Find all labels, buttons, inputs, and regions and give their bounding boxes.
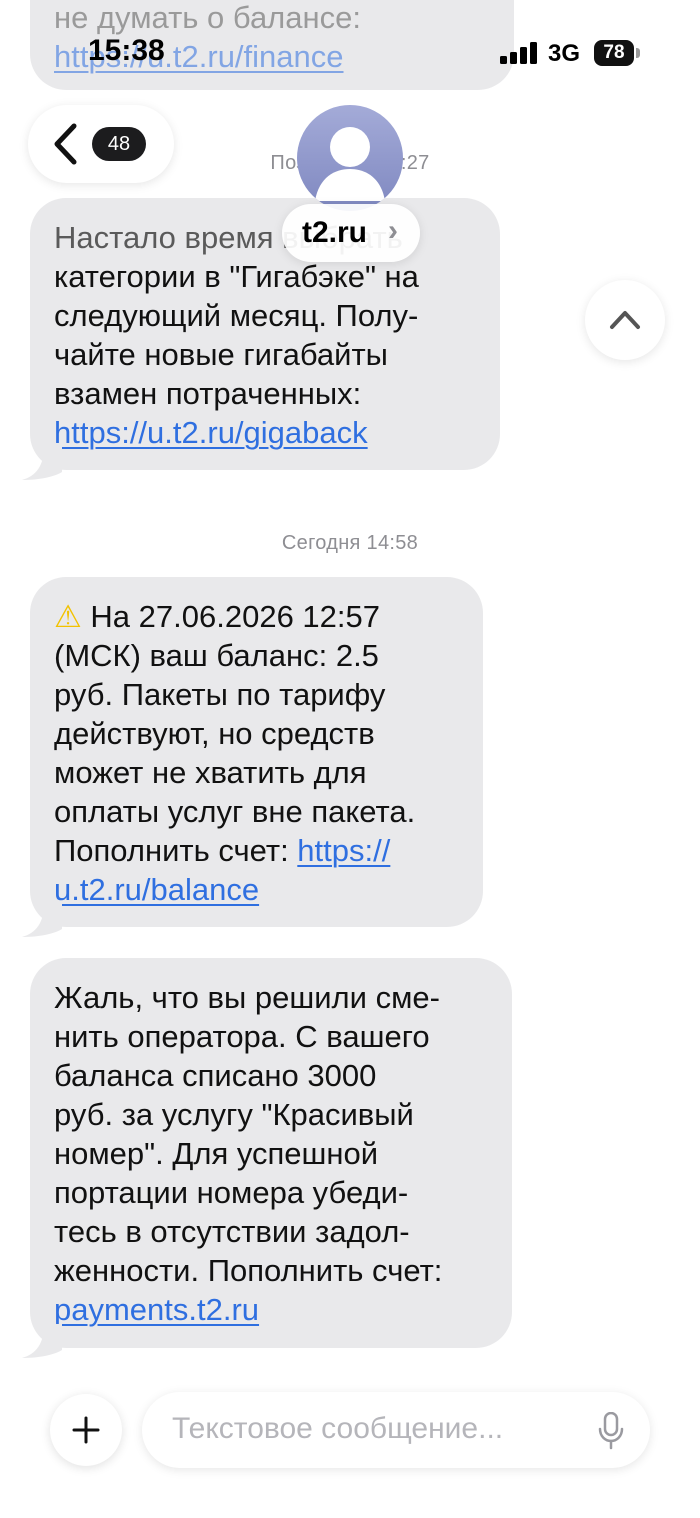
contact-name: t2.ru bbox=[302, 216, 368, 249]
message-text: (МСК) ваш баланс: 2.5 bbox=[54, 638, 379, 673]
status-time: 15:38 bbox=[88, 34, 165, 67]
message-text: чайте новые гигабайты bbox=[54, 337, 388, 372]
message-text: руб. Пакеты по тарифу bbox=[54, 677, 386, 712]
battery-level: 78 bbox=[603, 42, 625, 63]
network-type: 3G bbox=[548, 40, 581, 67]
message-bubble-operator: Жаль, что вы решили сме- нить оператора.… bbox=[22, 958, 512, 1358]
message-input[interactable]: Текстовое сообщение... bbox=[142, 1392, 650, 1468]
signal-icon bbox=[500, 42, 538, 64]
message-text-part: На 27.06.2026 12:57 bbox=[90, 599, 381, 634]
person-icon bbox=[297, 105, 403, 211]
plus-icon bbox=[72, 1416, 100, 1449]
chevron-right-icon: › bbox=[388, 214, 398, 247]
bubble-tail bbox=[22, 1324, 62, 1358]
message-text: Пополнить счет: https:// bbox=[54, 831, 459, 870]
message-bubble-balance: ⚠ На 27.06.2026 12:57 (МСК) ваш баланс: … bbox=[22, 577, 483, 937]
message-text: женности. Пополнить счет: bbox=[54, 1253, 443, 1288]
message-text: Жаль, что вы решили сме- bbox=[54, 980, 440, 1015]
message-text-part: Пополнить счет: bbox=[54, 833, 298, 868]
message-input-placeholder: Текстовое сообщение... bbox=[172, 1412, 504, 1445]
message-text: действуют, но средств bbox=[54, 716, 375, 751]
message-text: оплаты услуг вне пакета. bbox=[54, 794, 416, 829]
message-bubble-gigaback: Настало время выбрать категории в "Гигаб… bbox=[22, 198, 500, 480]
contact-name-pill[interactable]: t2.ru › bbox=[282, 204, 420, 262]
unread-count-badge: 48 bbox=[92, 127, 146, 161]
bubble-tail bbox=[22, 446, 62, 480]
status-bar: 15:38 3G 78 bbox=[0, 0, 700, 100]
message-text: руб. за услугу "Красивый bbox=[54, 1097, 414, 1132]
message-text: может не хватить для bbox=[54, 755, 367, 790]
message-text: ⚠ На 27.06.2026 12:57 bbox=[54, 597, 459, 636]
payments-link[interactable]: payments.t2.ru bbox=[54, 1290, 488, 1329]
composer: Текстовое сообщение... bbox=[0, 1380, 700, 1518]
message-text: нить оператора. С вашего bbox=[54, 1019, 430, 1054]
battery-icon: 78 bbox=[594, 40, 634, 66]
chevron-up-icon bbox=[609, 308, 641, 335]
bubble-tail bbox=[22, 903, 62, 937]
message-text: портации номера убеди- bbox=[54, 1175, 409, 1210]
chevron-left-icon bbox=[52, 123, 78, 170]
message-text: категории в "Гигабэке" на bbox=[54, 259, 419, 294]
message-text: следующий месяц. Полу- bbox=[54, 298, 419, 333]
warning-icon: ⚠ bbox=[54, 599, 82, 634]
message-text: взамен потраченных: bbox=[54, 376, 362, 411]
timestamp-today: Сегодня 14:58 bbox=[281, 532, 419, 554]
battery-cap bbox=[636, 48, 640, 58]
gigaback-link[interactable]: https://u.t2.ru/gigaback bbox=[54, 413, 476, 452]
message-text: тесь в отсутствии задол- bbox=[54, 1214, 410, 1249]
message-text: баланса списано 3000 bbox=[54, 1058, 377, 1093]
scroll-up-button[interactable] bbox=[585, 280, 665, 360]
attach-button[interactable] bbox=[50, 1394, 122, 1466]
microphone-icon[interactable] bbox=[598, 1411, 624, 1455]
message-text: номер". Для успешной bbox=[54, 1136, 379, 1171]
balance-link[interactable]: https:// bbox=[297, 833, 390, 868]
back-button[interactable]: 48 bbox=[28, 105, 174, 183]
balance-link-continued[interactable]: u.t2.ru/balance bbox=[54, 870, 459, 909]
contact-avatar[interactable] bbox=[297, 105, 403, 211]
